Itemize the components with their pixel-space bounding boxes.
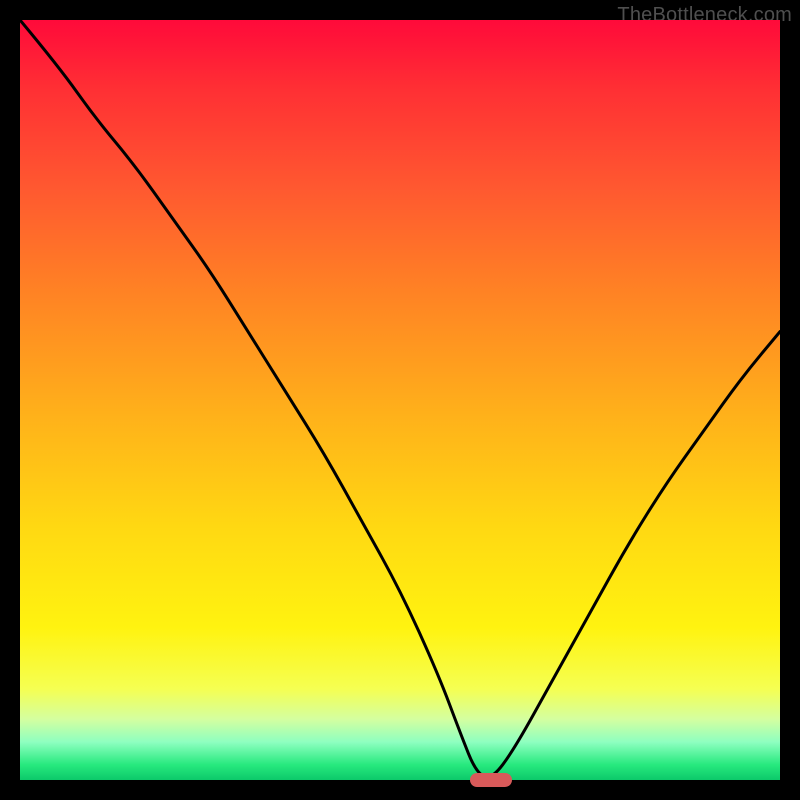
chart-frame: TheBottleneck.com xyxy=(0,0,800,800)
bottleneck-curve xyxy=(20,20,780,780)
plot-area xyxy=(20,20,780,780)
min-marker xyxy=(470,773,512,787)
